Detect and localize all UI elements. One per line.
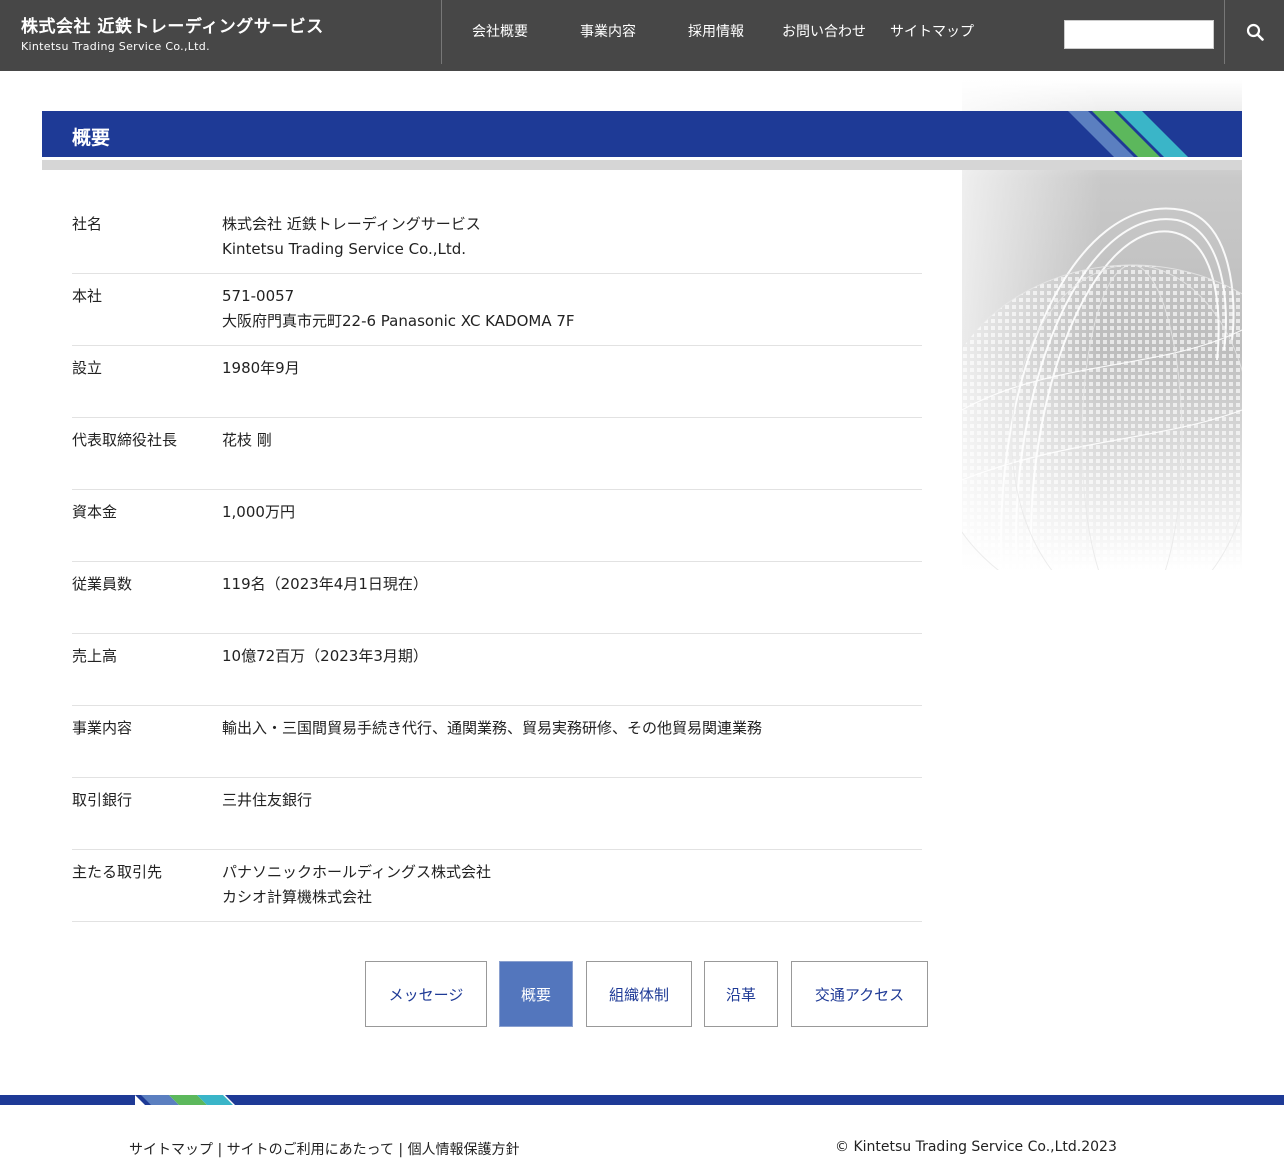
company-name-ja: 株式会社 近鉄トレーディングサービス bbox=[222, 215, 481, 233]
row-label: 主たる取引先 bbox=[72, 863, 163, 881]
nav-item-contact[interactable]: お問い合わせ bbox=[770, 0, 878, 64]
subnav-overview-button[interactable]: 概要 bbox=[499, 961, 573, 1027]
subnav-access-button[interactable]: 交通アクセス bbox=[791, 961, 928, 1027]
subnav-history-button[interactable]: 沿革 bbox=[704, 961, 778, 1027]
employee-count: 119名（2023年4月1日現在） bbox=[222, 575, 428, 593]
global-nav: 会社概要 事業内容 採用情報 お問い合わせ サイトマップ bbox=[446, 0, 986, 64]
page-title: 概要 bbox=[72, 127, 111, 149]
table-row: 主たる取引先 パナソニックホールディングス株式会社 カシオ計算機株式会社 bbox=[72, 850, 922, 922]
row-value: 571-0057 大阪府門真市元町22-6 Panasonic XC KADOM… bbox=[222, 284, 575, 345]
company-name-en: Kintetsu Trading Service Co.,Ltd. bbox=[222, 240, 467, 258]
footer-links: サイトマップ | サイトのご利用にあたって | 個人情報保護方針 bbox=[129, 1139, 520, 1159]
established-date: 1980年9月 bbox=[222, 359, 300, 377]
nav-item-company[interactable]: 会社概要 bbox=[446, 0, 554, 64]
row-value: 119名（2023年4月1日現在） bbox=[222, 572, 428, 633]
footer-band bbox=[0, 1095, 1284, 1105]
table-row: 本社 571-0057 大阪府門真市元町22-6 Panasonic XC KA… bbox=[72, 274, 922, 346]
client-1: パナソニックホールディングス株式会社 bbox=[222, 863, 491, 881]
subnav-organization-button[interactable]: 組織体制 bbox=[586, 961, 692, 1027]
table-row: 事業内容 輸出入・三国間貿易手続き代行、通関業務、貿易実務研修、その他貿易関連業… bbox=[72, 706, 922, 778]
row-label: 事業内容 bbox=[72, 719, 133, 737]
nav-item-sitemap[interactable]: サイトマップ bbox=[878, 0, 986, 64]
search-input[interactable] bbox=[1064, 20, 1214, 49]
row-value: 10億72百万（2023年3月期） bbox=[222, 644, 428, 705]
header-divider bbox=[1224, 0, 1225, 64]
table-row: 売上高 10億72百万（2023年3月期） bbox=[72, 634, 922, 706]
row-label: 代表取締役社長 bbox=[72, 431, 178, 449]
bank: 三井住友銀行 bbox=[222, 791, 313, 809]
row-label: 社名 bbox=[72, 215, 103, 233]
table-row: 社名 株式会社 近鉄トレーディングサービス Kintetsu Trading S… bbox=[72, 202, 922, 274]
row-label: 従業員数 bbox=[72, 575, 133, 593]
table-row: 代表取締役社長 花枝 剛 bbox=[72, 418, 922, 490]
sales: 10億72百万（2023年3月期） bbox=[222, 647, 428, 665]
row-value: 1,000万円 bbox=[222, 500, 295, 561]
copyright: © Kintetsu Trading Service Co.,Ltd.2023 bbox=[835, 1139, 1117, 1155]
site-header: 株式会社 近鉄トレーディングサービス Kintetsu Trading Serv… bbox=[0, 0, 1284, 71]
nav-item-recruit[interactable]: 採用情報 bbox=[662, 0, 770, 64]
postal-code: 571-0057 bbox=[222, 287, 295, 305]
row-label: 本社 bbox=[72, 287, 103, 305]
row-value: 株式会社 近鉄トレーディングサービス Kintetsu Trading Serv… bbox=[222, 212, 481, 273]
row-value: 1980年9月 bbox=[222, 356, 300, 417]
search-button[interactable] bbox=[1226, 0, 1284, 64]
address: 大阪府門真市元町22-6 Panasonic XC KADOMA 7F bbox=[222, 312, 575, 330]
site-logo[interactable]: 株式会社 近鉄トレーディングサービス Kintetsu Trading Serv… bbox=[21, 12, 324, 53]
title-underline bbox=[42, 160, 1242, 170]
president-name: 花枝 剛 bbox=[222, 431, 272, 449]
section-title-bar: 概要 bbox=[42, 111, 1242, 157]
table-row: 資本金 1,000万円 bbox=[72, 490, 922, 562]
business-description: 輸出入・三国間貿易手続き代行、通関業務、貿易実務研修、その他貿易関連業務 bbox=[222, 719, 763, 737]
company-info-table: 社名 株式会社 近鉄トレーディングサービス Kintetsu Trading S… bbox=[72, 202, 922, 922]
logo-english: Kintetsu Trading Service Co.,Ltd. bbox=[21, 40, 210, 53]
footer-link-privacy[interactable]: 個人情報保護方針 bbox=[408, 1142, 520, 1158]
subnav-message-button[interactable]: メッセージ bbox=[365, 961, 487, 1027]
search-icon bbox=[1246, 23, 1264, 41]
header-divider bbox=[441, 0, 442, 64]
row-value: 輸出入・三国間貿易手続き代行、通関業務、貿易実務研修、その他貿易関連業務 bbox=[222, 716, 762, 777]
footer-stripes bbox=[135, 1095, 255, 1105]
row-label: 設立 bbox=[72, 359, 103, 377]
client-2: カシオ計算機株式会社 bbox=[222, 888, 373, 906]
row-value: 花枝 剛 bbox=[222, 428, 272, 489]
table-row: 従業員数 119名（2023年4月1日現在） bbox=[72, 562, 922, 634]
table-row: 設立 1980年9月 bbox=[72, 346, 922, 418]
decorative-stripes bbox=[1068, 111, 1188, 157]
logo-japanese: 株式会社 近鉄トレーディングサービス bbox=[21, 17, 324, 37]
row-value: パナソニックホールディングス株式会社 カシオ計算機株式会社 bbox=[222, 860, 491, 921]
row-label: 売上高 bbox=[72, 647, 118, 665]
table-row: 取引銀行 三井住友銀行 bbox=[72, 778, 922, 850]
capital: 1,000万円 bbox=[222, 503, 295, 521]
row-label: 資本金 bbox=[72, 503, 118, 521]
footer-separator: | bbox=[393, 1142, 408, 1158]
nav-item-business[interactable]: 事業内容 bbox=[554, 0, 662, 64]
row-value: 三井住友銀行 bbox=[222, 788, 312, 849]
row-label: 取引銀行 bbox=[72, 791, 133, 809]
footer-link-terms[interactable]: サイトのご利用にあたって bbox=[227, 1142, 394, 1158]
footer-separator: | bbox=[213, 1142, 227, 1158]
footer-link-sitemap[interactable]: サイトマップ bbox=[129, 1142, 213, 1158]
